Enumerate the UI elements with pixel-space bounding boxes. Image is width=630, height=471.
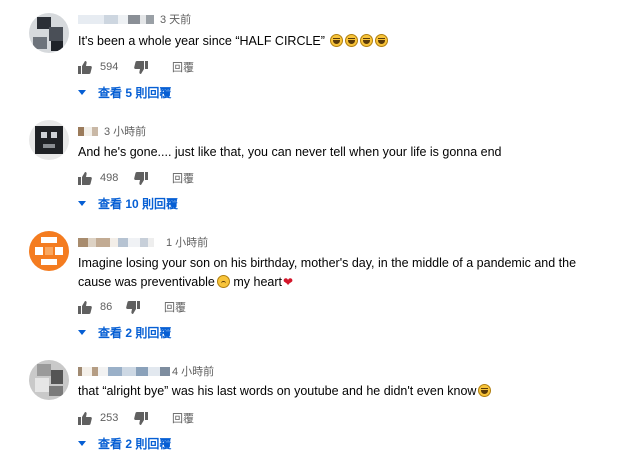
comment-header: 3 天前: [78, 12, 191, 26]
like-count: 498: [100, 172, 119, 184]
reply-button[interactable]: 回覆: [164, 299, 186, 315]
comment-text: It's been a whole year since “HALF CIRCL…: [78, 32, 598, 51]
thumbs-up-icon[interactable]: [78, 411, 92, 425]
comment-actions: 86 回覆: [78, 299, 186, 315]
reply-button[interactable]: 回覆: [172, 170, 194, 186]
thumbs-up-icon[interactable]: [78, 300, 92, 314]
view-replies-button[interactable]: 查看 2 則回覆: [78, 324, 171, 340]
view-replies-label: 查看 2 則回覆: [98, 436, 172, 451]
author-name[interactable]: [78, 366, 170, 376]
red-heart-icon: ❤: [283, 275, 294, 289]
view-replies-button[interactable]: 查看 2 則回覆: [78, 435, 171, 451]
chevron-down-icon: [78, 440, 86, 446]
reply-button[interactable]: 回覆: [172, 410, 194, 426]
view-replies-button[interactable]: 查看 5 則回覆: [78, 84, 171, 100]
disappointed-face-icon: [216, 275, 230, 288]
comment-text: Imagine losing your son on his birthday,…: [78, 256, 577, 289]
view-replies-button[interactable]: 查看 10 則回覆: [78, 195, 178, 211]
comment-actions: 253 回覆: [78, 410, 194, 426]
timestamp[interactable]: 3 小時前: [104, 123, 146, 139]
view-replies-label: 查看 10 則回覆: [98, 196, 179, 211]
timestamp[interactable]: 1 小時前: [166, 234, 208, 250]
reply-button[interactable]: 回覆: [172, 59, 194, 75]
comment-header: 4 小時前: [78, 364, 214, 378]
avatar[interactable]: [29, 120, 69, 160]
timestamp[interactable]: 3 天前: [160, 11, 191, 27]
thumbs-up-icon[interactable]: [78, 171, 92, 185]
chevron-down-icon: [78, 89, 86, 95]
avatar[interactable]: [29, 13, 69, 53]
like-count: 86: [100, 301, 113, 313]
avatar[interactable]: [29, 360, 69, 400]
view-replies-label: 查看 2 則回覆: [98, 325, 172, 340]
comment-text: And he's gone.... just like that, you ca…: [78, 145, 502, 159]
chevron-down-icon: [78, 329, 86, 335]
thumbs-up-icon[interactable]: [78, 60, 92, 74]
comment-actions: 594 回覆: [78, 59, 194, 75]
comment-actions: 498 回覆: [78, 170, 194, 186]
author-name[interactable]: [78, 237, 154, 247]
author-name[interactable]: [78, 14, 154, 24]
weary-face-icon: [478, 384, 492, 397]
chevron-down-icon: [78, 200, 86, 206]
view-replies-label: 查看 5 則回覆: [98, 85, 172, 100]
thumbs-down-icon[interactable]: [134, 171, 148, 185]
face-with-tears-of-joy-icon: [345, 34, 359, 47]
thumbs-down-icon[interactable]: [126, 300, 140, 314]
timestamp[interactable]: 4 小時前: [172, 363, 214, 379]
face-with-tears-of-joy-icon: [360, 34, 374, 47]
author-name[interactable]: [78, 126, 98, 136]
comment-header: 1 小時前: [78, 235, 208, 249]
thumbs-down-icon[interactable]: [134, 411, 148, 425]
like-count: 594: [100, 61, 119, 73]
face-with-tears-of-joy-icon: [375, 34, 389, 47]
like-count: 253: [100, 412, 119, 424]
comment-header: 3 小時前: [78, 124, 146, 138]
avatar[interactable]: [29, 231, 69, 271]
comment-text: that “alright bye” was his last words on…: [78, 382, 598, 401]
thumbs-down-icon[interactable]: [134, 60, 148, 74]
face-with-tears-of-joy-icon: [330, 34, 344, 47]
